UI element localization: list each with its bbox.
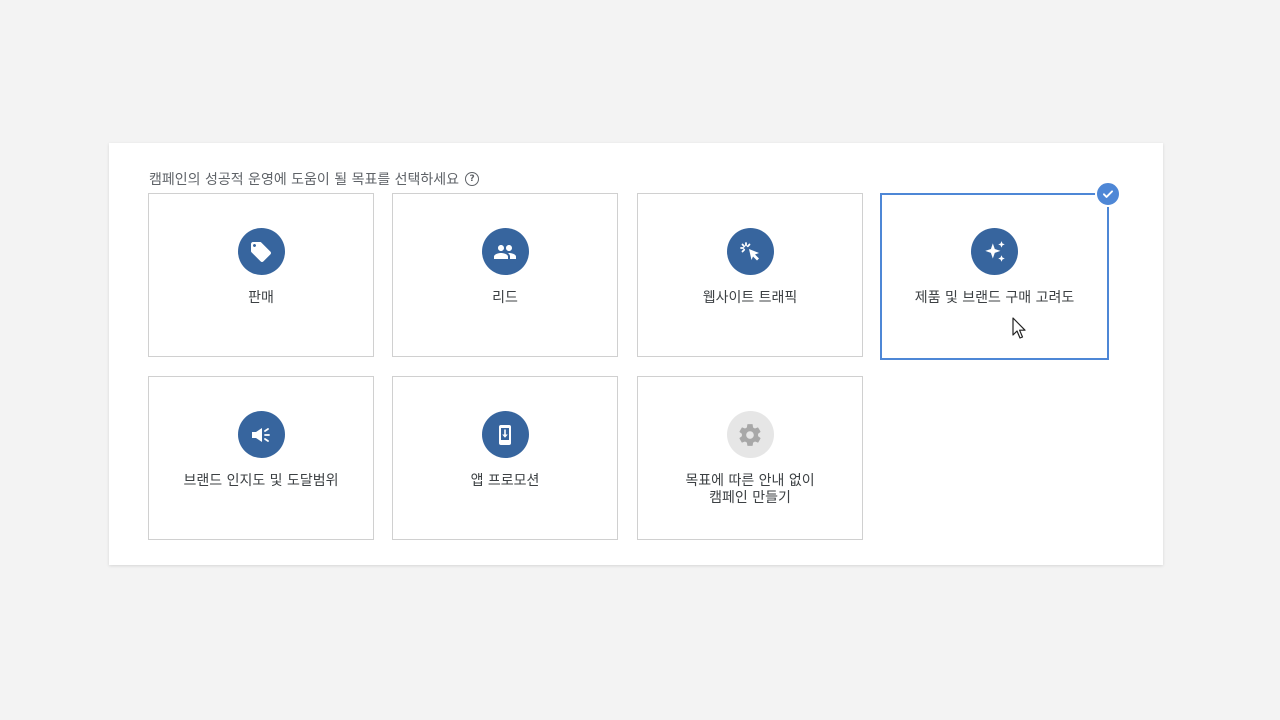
goal-card-leads[interactable]: 리드 (392, 193, 618, 357)
people-icon (481, 228, 529, 275)
goal-selection-panel: 캠페인의 성공적 운영에 도움이 될 목표를 선택하세요 ? 판매 리드 웹사이… (109, 143, 1163, 565)
sparkle-icon (971, 228, 1018, 275)
megaphone-icon (237, 411, 285, 458)
phone-download-icon (481, 411, 529, 458)
mouse-pointer-icon (1012, 317, 1028, 345)
goal-card-sales[interactable]: 판매 (148, 193, 374, 357)
goal-card-brand-awareness-reach[interactable]: 브랜드 인지도 및 도달범위 (148, 376, 374, 540)
cursor-click-icon (726, 228, 774, 275)
goal-card-website-traffic[interactable]: 웹사이트 트래픽 (637, 193, 863, 357)
goal-card-app-promotion[interactable]: 앱 프로모션 (392, 376, 618, 540)
goal-prompt: 캠페인의 성공적 운영에 도움이 될 목표를 선택하세요 ? (149, 169, 480, 189)
goal-card-label: 리드 (492, 290, 518, 306)
check-circle-icon (1095, 181, 1121, 207)
tag-icon (237, 228, 285, 275)
gear-icon (726, 411, 774, 458)
goal-card-label: 브랜드 인지도 및 도달범위 (183, 473, 339, 489)
question-circle-icon[interactable]: ? (465, 172, 480, 186)
goal-card-label: 웹사이트 트래픽 (702, 290, 798, 306)
goal-card-label: 앱 프로모션 (470, 473, 540, 489)
goal-card-label: 목표에 따른 안내 없이 캠페인 만들기 (685, 473, 815, 506)
goal-card-label: 판매 (248, 290, 274, 306)
goal-card-no-goal-guidance[interactable]: 목표에 따른 안내 없이 캠페인 만들기 (637, 376, 863, 540)
goal-card-product-brand-consideration[interactable]: 제품 및 브랜드 구매 고려도 (880, 181, 1121, 360)
goal-prompt-text: 캠페인의 성공적 운영에 도움이 될 목표를 선택하세요 (149, 172, 460, 188)
goal-card-label: 제품 및 브랜드 구매 고려도 (914, 290, 1075, 306)
